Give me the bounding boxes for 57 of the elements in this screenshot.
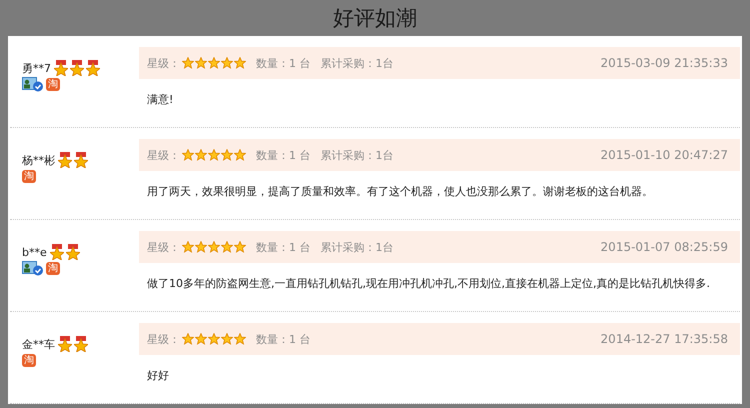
star-icon — [208, 149, 220, 161]
shop-badge: 淘 — [22, 170, 36, 182]
review-text: 好好 — [146, 368, 170, 383]
medal-icon — [54, 60, 68, 76]
star-icon — [234, 57, 246, 69]
review-text: 做了10多年的防盗网生意,一直用钻孔机钻孔,现在用冲孔机冲孔,不用划位,直接在机器上定位,真的是比钻孔机快得多. — [146, 276, 711, 291]
star-icon — [234, 149, 246, 161]
order-info: 数量：1 台 — [256, 240, 310, 254]
medal-icon — [66, 244, 80, 260]
star-icon — [195, 241, 207, 253]
shop-badge: 淘 — [22, 354, 36, 366]
order-info: 数量：1 台 — [256, 56, 310, 70]
page-title: 好评如潮 — [333, 5, 417, 32]
star-icon — [208, 333, 220, 345]
star-icon — [208, 241, 220, 253]
rating-label: 星级： — [147, 332, 180, 346]
star-icon — [182, 57, 194, 69]
star-icon — [182, 241, 194, 253]
order-info: 累计采购：1台 — [320, 56, 394, 70]
review-date: 2014-12-27 17:35:58 — [600, 332, 728, 346]
star-icon — [182, 149, 194, 161]
medal-icon — [50, 244, 64, 260]
shop-badge: 淘 — [46, 78, 60, 90]
rating-label: 星级： — [147, 240, 180, 254]
medal-icon — [74, 336, 88, 352]
user-name[interactable]: b**e — [22, 246, 47, 258]
medal-icon — [58, 336, 72, 352]
rating-label: 星级： — [147, 56, 180, 70]
review-date: 2015-03-09 21:35:33 — [600, 56, 728, 70]
star-icon — [182, 333, 194, 345]
star-icon — [195, 149, 207, 161]
star-icon — [221, 333, 233, 345]
order-info: 数量：1 台 — [256, 332, 310, 346]
star-icon — [195, 333, 207, 345]
review-text: 用了两天，效果很明显，提高了质量和效率。有了这个机器，使人也没那么累了。谢谢老板的这台机器。 — [146, 184, 654, 199]
user-name[interactable]: 金**车 — [22, 336, 55, 352]
user-name[interactable]: 杨**彬 — [22, 152, 55, 168]
review-date: 2015-01-10 20:47:27 — [600, 148, 728, 162]
user-name[interactable]: 勇**7 — [22, 60, 51, 76]
medal-icon — [70, 60, 84, 76]
star-icon — [208, 57, 220, 69]
review-text: 满意! — [146, 92, 174, 107]
medal-icon — [58, 152, 72, 168]
star-icon — [234, 333, 246, 345]
star-icon — [195, 57, 207, 69]
rating-label: 星级： — [147, 148, 180, 162]
order-info: 累计采购：1台 — [320, 240, 394, 254]
shop-badge: 淘 — [46, 262, 60, 274]
star-icon — [221, 149, 233, 161]
star-icon — [234, 241, 246, 253]
medal-icon — [86, 60, 100, 76]
review-date: 2015-01-07 08:25:59 — [600, 240, 728, 254]
order-info: 数量：1 台 — [256, 148, 310, 162]
order-info: 累计采购：1台 — [320, 148, 394, 162]
star-icon — [221, 57, 233, 69]
medal-icon — [74, 152, 88, 168]
star-icon — [221, 241, 233, 253]
